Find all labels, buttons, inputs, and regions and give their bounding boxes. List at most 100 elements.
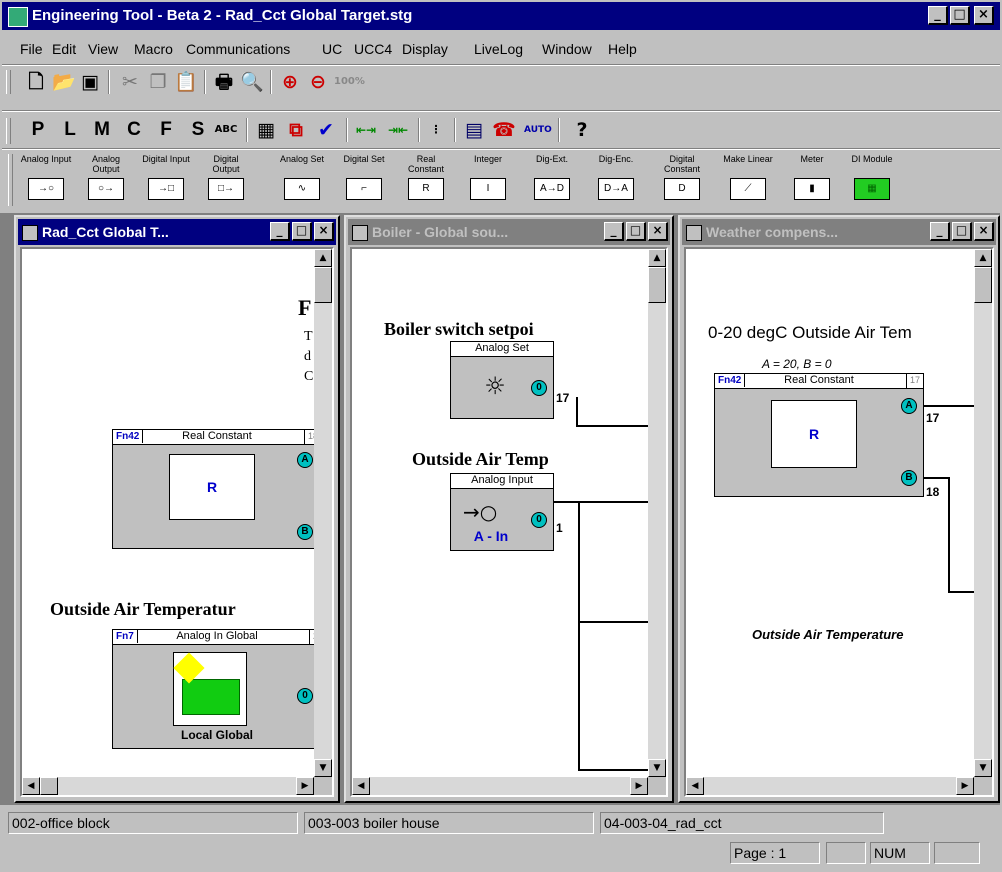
chart-icon[interactable]: ✔ <box>314 118 338 142</box>
menu-livelog[interactable]: LiveLog <box>474 41 523 57</box>
minimize-button[interactable]: _ <box>930 222 950 241</box>
menu-edit[interactable]: Edit <box>52 41 76 57</box>
port-b[interactable]: B <box>297 524 313 540</box>
size-grip[interactable] <box>648 777 666 795</box>
analog-set-block[interactable]: Analog Set ☼ 0 <box>450 341 554 419</box>
port-b[interactable]: B <box>901 470 917 486</box>
scroll-up-button[interactable]: ▲ <box>648 249 666 267</box>
blocks-icon[interactable]: ▦ <box>254 118 278 142</box>
close-button[interactable]: × <box>974 222 994 241</box>
phone-icon[interactable]: ☎ <box>492 118 516 142</box>
help-icon[interactable]: ? <box>570 118 594 142</box>
zoom-out-icon[interactable]: ⊖ <box>306 70 330 94</box>
minimize-button[interactable]: _ <box>270 222 290 241</box>
numbers-icon[interactable]: ⋮ <box>424 118 448 142</box>
zoom-100-icon[interactable]: 100% <box>334 70 365 94</box>
tool-f[interactable]: F <box>154 118 178 142</box>
document-icon[interactable] <box>22 225 38 241</box>
menu-display[interactable]: Display <box>402 41 448 57</box>
size-grip[interactable] <box>314 777 332 795</box>
toolbar-grip[interactable] <box>6 70 11 94</box>
minimize-button[interactable]: _ <box>928 6 948 25</box>
diagram-canvas[interactable]: F T d C Fn42 Real Constant 18 R A B Outsid… <box>20 247 334 797</box>
scroll-left-button[interactable]: ◀ <box>352 777 370 795</box>
link-icon[interactable]: ⧉ <box>284 118 308 142</box>
palette-analog-output[interactable]: Analog Output ○→ <box>80 154 132 210</box>
scroll-down-button[interactable]: ▼ <box>314 759 332 777</box>
palette-integer[interactable]: Integer I <box>462 154 514 210</box>
toolbar-grip-2[interactable] <box>6 118 11 144</box>
scroll-right-button[interactable]: ▶ <box>956 777 974 795</box>
minimize-button[interactable]: _ <box>604 222 624 241</box>
hscroll-thumb[interactable] <box>40 777 58 795</box>
size-grip[interactable] <box>974 777 992 795</box>
analog-input-block[interactable]: Analog Input →○ A - In 0 <box>450 473 554 551</box>
window-rad-cct[interactable]: Rad_Cct Global T... _ □ × F T d C Fn42 Re… <box>14 215 340 803</box>
document-icon[interactable] <box>686 225 702 241</box>
real-constant-block[interactable]: Fn42 Real Constant 17 R A B <box>714 373 924 497</box>
real-constant-block[interactable]: Fn42 Real Constant 18 R A B <box>112 429 322 549</box>
menu-ucc4[interactable]: UCC4 <box>354 41 392 57</box>
scroll-up-button[interactable]: ▲ <box>974 249 992 267</box>
copy-icon[interactable]: ❐ <box>146 70 170 94</box>
tool-c[interactable]: C <box>122 118 146 142</box>
open-icon[interactable]: 📂 <box>52 70 76 94</box>
align-left-icon[interactable]: ⇤⇥ <box>354 118 378 142</box>
save-icon[interactable]: ▣ <box>78 70 102 94</box>
auto-icon[interactable]: AUTO <box>524 118 552 142</box>
scroll-up-button[interactable]: ▲ <box>314 249 332 267</box>
scroll-thumb[interactable] <box>974 267 992 303</box>
maximize-button[interactable]: □ <box>950 6 970 25</box>
window-weather-comp[interactable]: Weather compens... _ □ × 0-20 degC Outsi… <box>678 215 1000 803</box>
scroll-right-button[interactable]: ▶ <box>630 777 648 795</box>
port-a[interactable]: A <box>297 452 313 468</box>
horizontal-scrollbar[interactable]: ◀ ▶ <box>352 777 648 795</box>
menu-communications[interactable]: Communications <box>186 41 290 57</box>
tool-l[interactable]: L <box>58 118 82 142</box>
scroll-thumb[interactable] <box>314 267 332 303</box>
tool-m[interactable]: M <box>90 118 114 142</box>
align-right-icon[interactable]: ⇥⇤ <box>386 118 410 142</box>
palette-meter[interactable]: Meter ▮ <box>786 154 838 210</box>
palette-digital-output[interactable]: Digital Output □→ <box>200 154 252 210</box>
menu-macro[interactable]: Macro <box>134 41 173 57</box>
palette-analog-input[interactable]: Analog Input →○ <box>20 154 72 210</box>
menu-help[interactable]: Help <box>608 41 637 57</box>
horizontal-scrollbar[interactable]: ◀ ▶ <box>22 777 314 795</box>
horizontal-scrollbar[interactable]: ◀ ▶ <box>686 777 974 795</box>
window-titlebar[interactable]: Rad_Cct Global T... _ □ × <box>18 219 336 245</box>
palette-di-module[interactable]: DI Module ▦ <box>846 154 898 210</box>
close-button[interactable]: × <box>314 222 334 241</box>
close-button[interactable]: × <box>974 6 994 25</box>
maximize-button[interactable]: □ <box>626 222 646 241</box>
menu-file[interactable]: File <box>20 41 43 57</box>
diagram-canvas[interactable]: 0-20 degC Outside Air Tem A = 20, B = 0 … <box>684 247 994 797</box>
window-boiler[interactable]: Boiler - Global sou... _ □ × Boiler swit… <box>344 215 674 803</box>
menu-view[interactable]: View <box>88 41 118 57</box>
port-0[interactable]: 0 <box>531 512 547 528</box>
tool-p[interactable]: P <box>26 118 50 142</box>
port-0[interactable]: 0 <box>531 380 547 396</box>
palette-analog-set[interactable]: Analog Set ∿ <box>276 154 328 210</box>
menu-uc[interactable]: UC <box>322 41 342 57</box>
scroll-down-button[interactable]: ▼ <box>974 759 992 777</box>
palette-digital-constant[interactable]: Digital Constant D <box>656 154 708 210</box>
palette-grip[interactable] <box>8 154 13 206</box>
maximize-button[interactable]: □ <box>292 222 312 241</box>
paste-icon[interactable]: 📋 <box>174 70 198 94</box>
menu-window[interactable]: Window <box>542 41 592 57</box>
tool-s[interactable]: S <box>186 118 210 142</box>
app-titlebar[interactable]: Engineering Tool - Beta 2 - Rad_Cct Glob… <box>2 2 1000 30</box>
vertical-scrollbar[interactable]: ▲ ▼ <box>974 249 992 777</box>
palette-make-linear[interactable]: Make Linear ⟋ <box>722 154 774 210</box>
scroll-left-button[interactable]: ◀ <box>22 777 40 795</box>
analog-in-global-block[interactable]: Fn7Analog In Global2 Local Global 0 <box>112 629 322 749</box>
vertical-scrollbar[interactable]: ▲ ▼ <box>648 249 666 777</box>
window-titlebar[interactable]: Weather compens... _ □ × <box>682 219 996 245</box>
tool-abc[interactable]: ABC <box>214 118 238 142</box>
vertical-scrollbar[interactable]: ▲ ▼ <box>314 249 332 777</box>
new-icon[interactable]: 🗋 <box>24 70 48 94</box>
scroll-thumb[interactable] <box>648 267 666 303</box>
palette-dig-ext[interactable]: Dig-Ext. A→D <box>526 154 578 210</box>
port-0[interactable]: 0 <box>297 688 313 704</box>
